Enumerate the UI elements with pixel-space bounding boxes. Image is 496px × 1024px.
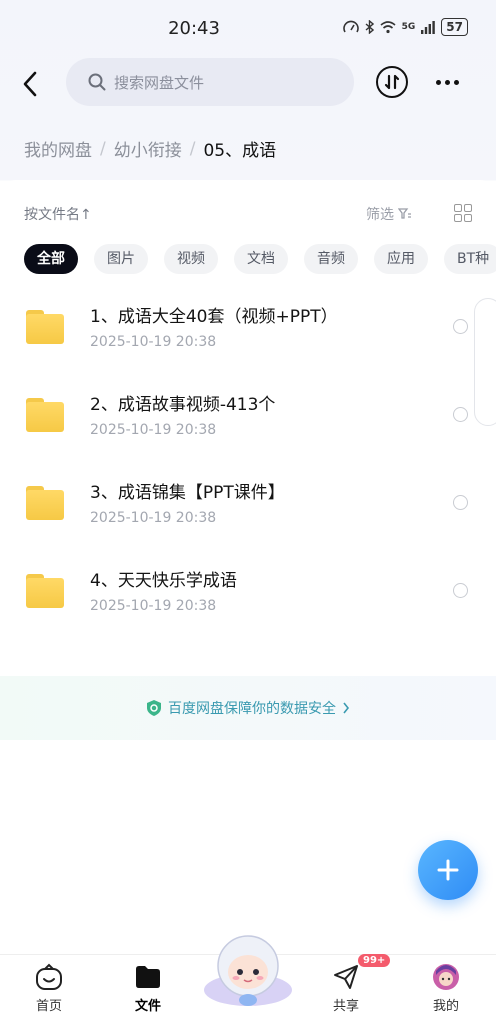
nav-item-mine[interactable]: 我的 bbox=[414, 963, 478, 1014]
chip-documents[interactable]: 文档 bbox=[234, 244, 288, 274]
breadcrumb-current: 05、成语 bbox=[203, 141, 277, 161]
breadcrumb: 我的网盘 / 幼小衔接 / 05、成语 bbox=[24, 136, 277, 162]
folder-icon bbox=[26, 574, 64, 608]
nav-label: 首页 bbox=[35, 999, 62, 1014]
file-name: 4、天天快乐学成语 bbox=[90, 571, 237, 591]
grid-cell-icon bbox=[454, 204, 462, 212]
mascot-icon[interactable] bbox=[202, 928, 294, 1008]
nav-label: 我的 bbox=[432, 999, 459, 1014]
bluetooth-icon bbox=[365, 20, 374, 34]
list-item[interactable]: 1、成语大全40套（视频+PPT） 2025-10-19 20:38 bbox=[0, 286, 496, 374]
more-dot-icon bbox=[453, 79, 459, 85]
select-radio[interactable] bbox=[453, 495, 468, 510]
select-radio[interactable] bbox=[453, 319, 468, 334]
folder-icon bbox=[26, 486, 64, 520]
list-item[interactable]: 3、成语锦集【PPT课件】 2025-10-19 20:38 bbox=[0, 462, 496, 550]
chevron-left-icon bbox=[23, 71, 37, 97]
security-banner[interactable]: 百度网盘保障你的数据安全 bbox=[0, 676, 496, 740]
filter-label: 筛选 bbox=[366, 207, 394, 223]
file-date: 2025-10-19 20:38 bbox=[90, 510, 217, 526]
chevron-right-icon bbox=[343, 702, 350, 714]
list-item[interactable]: 2、成语故事视频-413个 2025-10-19 20:38 bbox=[0, 374, 496, 462]
status-time: 20:43 bbox=[168, 18, 220, 39]
plus-icon bbox=[437, 859, 459, 881]
chip-apps[interactable]: 应用 bbox=[374, 244, 428, 274]
chip-images[interactable]: 图片 bbox=[94, 244, 148, 274]
more-dot-icon bbox=[435, 79, 441, 85]
more-options-button[interactable] bbox=[430, 68, 464, 96]
list-item[interactable]: 4、天天快乐学成语 2025-10-19 20:38 bbox=[0, 550, 496, 638]
speed-icon bbox=[342, 20, 359, 33]
home-icon bbox=[36, 963, 62, 990]
grid-cell-icon bbox=[454, 214, 462, 222]
file-date: 2025-10-19 20:38 bbox=[90, 334, 217, 350]
file-name: 1、成语大全40套（视频+PPT） bbox=[90, 307, 338, 327]
file-date: 2025-10-19 20:38 bbox=[90, 422, 217, 438]
select-radio[interactable] bbox=[453, 407, 468, 422]
status-bar: 20:43 5G 57 bbox=[0, 0, 496, 56]
grid-cell-icon bbox=[464, 214, 472, 222]
file-list: 1、成语大全40套（视频+PPT） 2025-10-19 20:38 2、成语故… bbox=[0, 286, 496, 638]
status-icons: 5G 57 bbox=[342, 18, 468, 36]
breadcrumb-separator: / bbox=[100, 138, 106, 159]
sort-toolbar: 按文件名↑ 筛选 bbox=[24, 204, 474, 224]
back-button[interactable] bbox=[14, 66, 46, 102]
wifi-icon bbox=[380, 20, 396, 33]
nav-item-files[interactable]: 文件 bbox=[116, 963, 180, 1014]
file-name: 3、成语锦集【PPT课件】 bbox=[90, 483, 285, 503]
share-badge: 99+ bbox=[358, 954, 391, 967]
add-button[interactable] bbox=[418, 840, 478, 900]
nav-label: 共享 bbox=[332, 999, 359, 1014]
sort-button[interactable]: 按文件名↑ bbox=[24, 204, 92, 224]
filter-chip-bar: 全部 图片 视频 文档 音频 应用 BT种 bbox=[24, 244, 496, 276]
breadcrumb-item-parent[interactable]: 幼小衔接 bbox=[114, 136, 182, 161]
shield-icon bbox=[147, 700, 161, 716]
select-radio[interactable] bbox=[453, 583, 468, 598]
chip-bt[interactable]: BT种 bbox=[444, 244, 496, 274]
search-icon bbox=[88, 73, 106, 91]
search-placeholder: 搜索网盘文件 bbox=[114, 73, 205, 92]
filter-icon bbox=[398, 208, 411, 219]
grid-cell-icon bbox=[464, 204, 472, 212]
file-name: 2、成语故事视频-413个 bbox=[90, 395, 276, 415]
breadcrumb-separator: / bbox=[189, 138, 196, 159]
folder-filled-icon bbox=[136, 966, 160, 988]
battery-indicator: 57 bbox=[441, 18, 468, 36]
chip-audio[interactable]: 音频 bbox=[304, 244, 358, 274]
more-dot-icon bbox=[444, 79, 450, 85]
folder-icon bbox=[26, 398, 64, 432]
grid-view-button[interactable] bbox=[454, 204, 472, 222]
avatar bbox=[433, 964, 459, 990]
signal-icon bbox=[421, 20, 436, 34]
file-panel: 按文件名↑ 筛选 全部 图片 视频 文档 音频 应用 BT种 1、成语大全40套… bbox=[0, 180, 496, 954]
filter-button[interactable]: 筛选 bbox=[366, 204, 412, 224]
transfer-list-button[interactable] bbox=[376, 66, 408, 98]
send-icon bbox=[334, 965, 358, 989]
nav-item-home[interactable]: 首页 bbox=[17, 963, 81, 1014]
network-type: 5G bbox=[401, 22, 416, 32]
folder-icon bbox=[26, 310, 64, 344]
transfer-icon bbox=[384, 74, 400, 90]
chip-all[interactable]: 全部 bbox=[24, 244, 78, 274]
breadcrumb-item-my-disk[interactable]: 我的网盘 bbox=[24, 136, 92, 161]
nav-label: 文件 bbox=[134, 999, 161, 1014]
nav-item-share[interactable]: 共享 bbox=[314, 963, 378, 1014]
security-banner-text: 百度网盘保障你的数据安全 bbox=[168, 701, 336, 717]
file-date: 2025-10-19 20:38 bbox=[90, 598, 217, 614]
search-input[interactable]: 搜索网盘文件 bbox=[66, 58, 354, 106]
chip-videos[interactable]: 视频 bbox=[164, 244, 218, 274]
